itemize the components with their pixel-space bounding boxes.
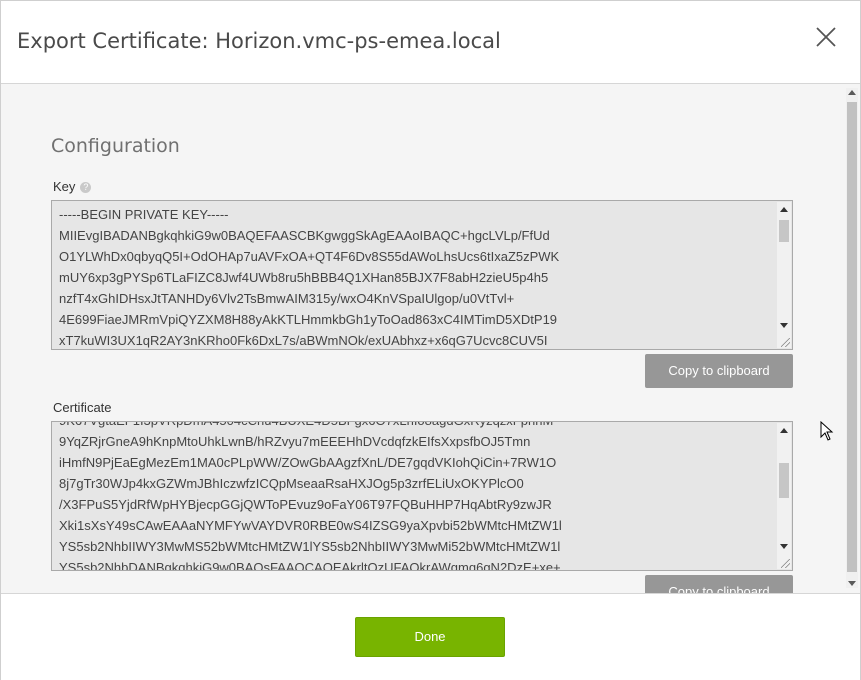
copy-key-button[interactable]: Copy to clipboard <box>645 354 793 388</box>
key-scroll-thumb[interactable] <box>779 220 789 242</box>
certificate-textarea[interactable]: 9K67VgtaEF1I3pVRpDmA4504cCnu4BUXE4D5BFgx… <box>51 421 793 571</box>
key-scroll-up-icon[interactable] <box>780 207 788 212</box>
dialog-scrollbar[interactable] <box>846 88 858 588</box>
certificate-textarea-scrollbar[interactable] <box>777 423 791 569</box>
dialog-header: Export Certificate: Horizon.vmc-ps-emea.… <box>1 1 860 84</box>
dialog-footer: Done <box>1 593 860 680</box>
key-textarea-scrollbar[interactable] <box>777 202 791 348</box>
text-line: mUY6xp3gPYSp6TLaFIZC8Jwf4UWb8ru5hBBB4Q1X… <box>59 270 549 285</box>
dialog-body: Configuration Key? -----BEGIN PRIVATE KE… <box>1 84 860 593</box>
certificate-scroll-down-icon[interactable] <box>780 544 788 549</box>
close-icon[interactable] <box>814 25 838 49</box>
key-label: Key <box>53 179 76 194</box>
key-label-row: Key? <box>53 179 92 194</box>
section-title: Configuration <box>51 135 180 157</box>
dialog-title: Export Certificate: Horizon.vmc-ps-emea.… <box>17 29 501 53</box>
scroll-down-arrow-icon[interactable] <box>848 581 856 586</box>
text-line: 9K67VgtaEF1I3pVRpDmA4504cCnu4BUXE4D5BFgx… <box>59 422 769 431</box>
text-line: 8j7gTr30WJp4kxGZWmJBhIczwfzICQpMseaaRsaH… <box>59 476 524 491</box>
resize-grip-icon[interactable] <box>781 559 790 568</box>
text-line: nzfT4xGhIDHsxJtTANHDy6Vlv2TsBmwAIM315y/w… <box>59 291 515 306</box>
key-text: -----BEGIN PRIVATE KEY----- MIIEvgIBADANB… <box>59 204 769 349</box>
text-line: YS5sb2NhbIIWY3MwMS52bWMtcHMtZW1lYS5sb2Nh… <box>59 539 561 554</box>
text-line: 4E699FiaeJMRmVpiQYZXM8H88yAkKTLHmmkbGh1y… <box>59 312 558 327</box>
text-line: O1YLWhDx0qbyqQ5I+OdOHAp7uAVFxOA+QT4F6Dv8… <box>59 249 560 264</box>
text-line: MIIEvgIBADANBgkqhkiG9w0BAQEFAASCBKgwggSk… <box>59 228 550 243</box>
resize-grip-icon[interactable] <box>781 338 790 347</box>
text-line: iHmfN9PjEaEgMezEm1MA0cPLpWW/ZOwGbAAgzfXn… <box>59 455 557 470</box>
export-certificate-dialog: Export Certificate: Horizon.vmc-ps-emea.… <box>0 0 861 680</box>
text-line: YS5sb2NhbDANBgkqhkiG9w0BAQsFAAOCAQEAkrlt… <box>59 560 561 571</box>
key-scroll-down-icon[interactable] <box>780 323 788 328</box>
certificate-scroll-thumb[interactable] <box>779 463 789 498</box>
key-textarea[interactable]: -----BEGIN PRIVATE KEY----- MIIEvgIBADANB… <box>51 200 793 350</box>
text-line: xT7kuWI3UX1qR2AY3nKRho0Fk6DxL7s/aBWmNOk/… <box>59 333 548 348</box>
text-line: -----BEGIN PRIVATE KEY----- <box>59 207 229 222</box>
help-icon[interactable]: ? <box>80 182 92 193</box>
text-line: Xki1sXsY49sCAwEAAaNYMFYwVAYDVR0RBE0wS4IZ… <box>59 518 562 533</box>
certificate-scroll-up-icon[interactable] <box>780 428 788 433</box>
mouse-cursor-icon <box>820 420 834 441</box>
dialog-scrollbar-thumb[interactable] <box>847 102 857 572</box>
copy-certificate-button[interactable]: Copy to clipboard <box>645 575 793 593</box>
certificate-label: Certificate <box>53 400 112 415</box>
text-line: 9YqZRjrGneA9hKnpMtoUhkLwnB/hRZvyu7mEEEHh… <box>59 434 531 449</box>
certificate-text: 9K67VgtaEF1I3pVRpDmA4504cCnu4BUXE4D5BFgx… <box>59 422 769 571</box>
text-line: /X3FPuS5YjdRfWpHYBjecpGGjQWToPEvuz9oFaY0… <box>59 497 552 512</box>
done-button[interactable]: Done <box>355 617 505 657</box>
scroll-up-arrow-icon[interactable] <box>848 90 856 95</box>
